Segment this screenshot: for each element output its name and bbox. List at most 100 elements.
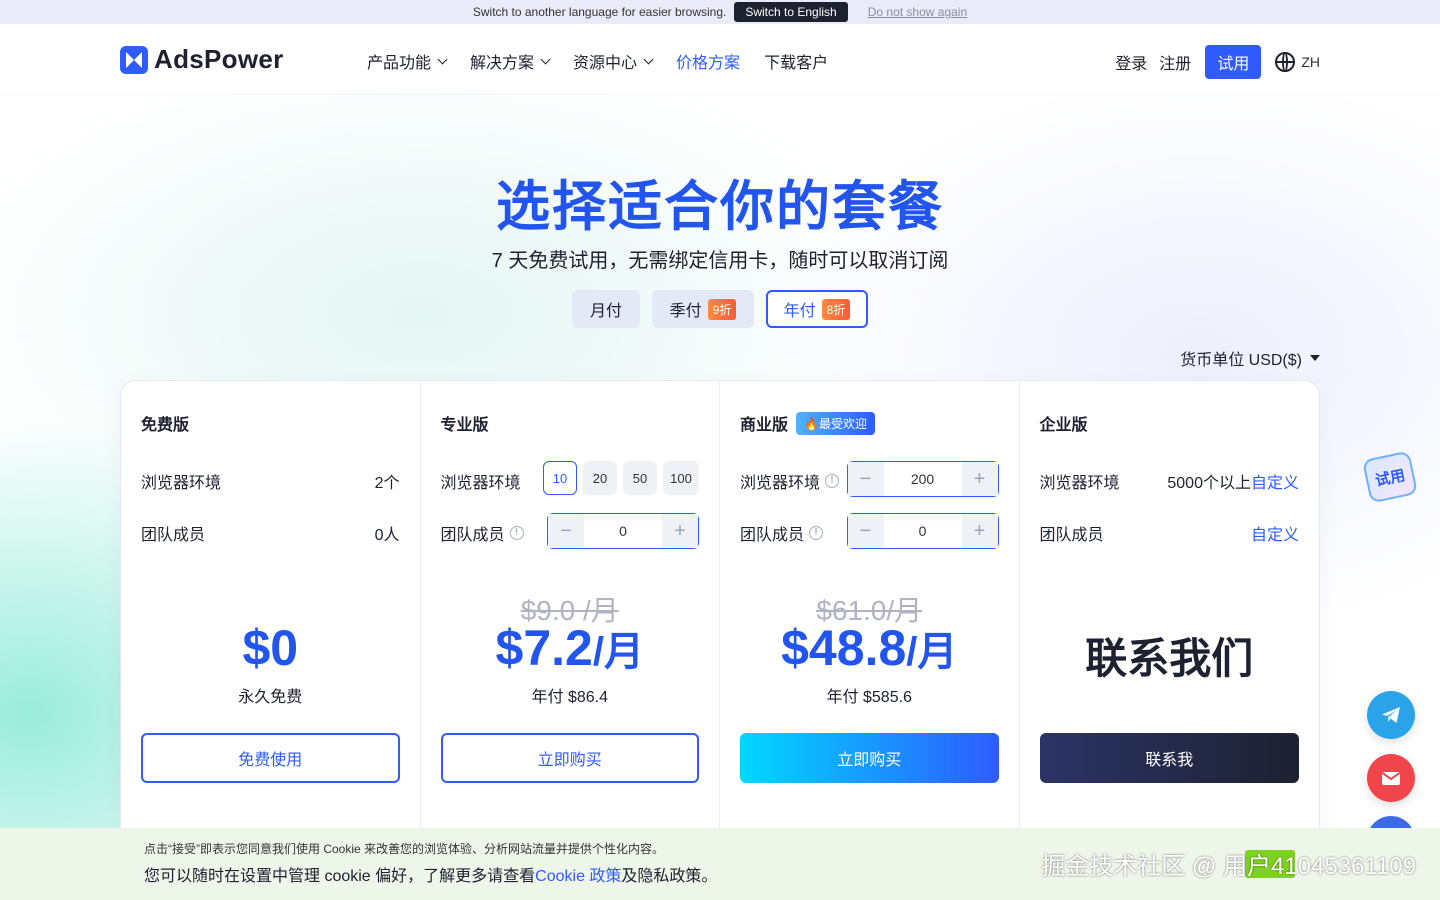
chevron-down-icon [540,54,551,64]
nav-item-products[interactable]: 产品功能 [367,49,448,73]
profiles-input[interactable]: 200 [884,471,962,487]
site-header: AdsPower 产品功能 解决方案 资源中心 价格方案 下载客户 登录 注册 … [0,24,1440,94]
currency-label: 货币单位 USD($) [1180,352,1302,369]
info-icon[interactable]: ! [809,526,824,540]
logo-icon [120,45,148,74]
members-stepper: − 0 + [547,513,699,549]
contact-button[interactable]: 联系我 [1039,733,1299,783]
increment-button[interactable]: + [662,514,698,548]
login-link[interactable]: 登录 [1115,50,1147,74]
members-input[interactable]: 0 [584,523,662,539]
cookie-policy-link[interactable]: Cookie 政策 [535,868,621,885]
billing-quarterly-button[interactable]: 季付 9折 [652,290,754,328]
profiles-option-10[interactable]: 10 [543,461,577,495]
dismiss-language-link[interactable]: Do not show again [868,5,967,19]
price-amount: $7.2 [495,620,593,676]
increment-button[interactable]: + [961,514,998,548]
members-value: 0人 [374,527,400,544]
switch-language-button[interactable]: Switch to English [734,2,848,22]
profiles-label-text: 浏览器环境 [740,475,821,492]
price-unit: /月 [592,630,644,674]
buy-business-button[interactable]: 立即购买 [740,733,999,783]
nav-item-download[interactable]: 下载客户 [764,49,828,73]
decrement-button[interactable]: − [847,514,884,548]
billing-monthly-button[interactable]: 月付 [572,290,640,328]
profiles-value: 5000个以上自定义 [1167,469,1299,493]
price-note: 永久免费 [238,689,303,706]
increment-button[interactable]: + [961,462,998,496]
members-label-text: 团队成员 [740,527,805,544]
nav-item-solutions[interactable]: 解决方案 [470,49,551,73]
nav-item-pricing[interactable]: 价格方案 [676,49,740,73]
buy-pro-button[interactable]: 立即购买 [440,733,699,783]
plan-price: $7.2/月 [421,619,720,677]
info-icon[interactable]: ! [509,526,524,540]
billing-label: 季付 [669,303,702,320]
main-nav: 产品功能 解决方案 资源中心 价格方案 下载客户 [367,49,852,73]
register-link[interactable]: 注册 [1159,50,1191,74]
logo[interactable]: AdsPower [120,44,284,75]
profiles-label: 浏览器环境 ! [740,469,840,493]
telegram-button[interactable] [1367,691,1415,739]
plan-name-text: 商业版 [740,417,789,434]
price-note: 年付 $86.4 [531,689,609,706]
decrement-button[interactable]: − [548,514,584,548]
billing-yearly-button[interactable]: 年付 8折 [766,290,868,328]
watermark: 掘金技术社区 @ 用户41045361109 [1041,853,1416,880]
decrement-button[interactable]: − [847,462,884,496]
discount-badge: 9折 [707,298,737,320]
billing-label: 年付 [783,303,816,320]
free-use-button[interactable]: 免费使用 [141,733,400,783]
cookie-text: 您可以随时在设置中管理 cookie 偏好，了解更多请查看 [144,868,536,885]
trial-button[interactable]: 试用 [1205,45,1262,79]
nav-label: 下载客户 [764,55,829,72]
language-bar-message: Switch to another language for easier br… [472,5,727,19]
plan-card-pro: 专业版 浏览器环境 10 20 50 100 团队成员 ! − 0 + $9.0… [421,381,720,849]
profiles-option-20[interactable]: 20 [583,461,617,495]
info-icon[interactable]: ! [825,474,840,488]
profiles-value-text: 5000个以上 [1167,475,1251,492]
nav-label: 资源中心 [573,55,638,72]
members-label: 团队成员 [1039,527,1104,544]
profiles-label: 浏览器环境 [1039,475,1120,492]
nav-item-resources[interactable]: 资源中心 [573,49,654,73]
globe-icon[interactable] [1275,52,1296,72]
plan-price: $48.8/月 [720,619,1019,677]
plan-price: 联系我们 [1085,635,1254,682]
currency-selector[interactable]: 货币单位 USD($) [1180,346,1320,370]
custom-members-link[interactable]: 自定义 [1251,527,1299,544]
price-amount: $48.8 [781,620,907,676]
chevron-down-icon [437,54,448,64]
profiles-option-group: 10 20 50 100 [537,461,699,495]
popular-badge: 🔥最受欢迎 [796,411,875,435]
cookie-text-line2: 您可以随时在设置中管理 cookie 偏好，了解更多请查看Cookie 政策及隐… [144,862,717,886]
custom-profiles-link[interactable]: 自定义 [1251,475,1299,492]
members-input[interactable]: 0 [884,523,962,539]
language-bar: Switch to another language for easier br… [0,0,1440,24]
language-selector[interactable]: ZH [1301,54,1320,70]
email-button[interactable] [1367,754,1415,802]
profiles-option-100[interactable]: 100 [663,461,699,495]
pricing-plans: 免费版 浏览器环境 2个 团队成员 0人 $0 永久免费 免费使用 专业版 浏览… [120,380,1320,850]
caret-down-icon [1310,355,1320,361]
members-stepper: − 0 + [846,513,999,549]
cookie-banner: 点击“接受”即表示您同意我们使用 Cookie 来改善您的浏览体验、分析网站流量… [0,828,1440,900]
header-actions: 登录 注册 试用 ZH [1103,45,1320,79]
billing-label: 月付 [589,303,622,320]
page-subtitle: 7 天免费试用，无需绑定信用卡，随时可以取消订阅 [491,250,949,272]
billing-period-toggle: 月付 季付 9折 年付 8折 [572,290,880,328]
logo-text: AdsPower [154,44,284,74]
profiles-stepper: − 200 + [846,461,999,497]
profiles-label: 浏览器环境 [440,475,521,492]
cookie-text: 及隐私政策。 [621,868,718,885]
members-value: 自定义 [1251,521,1299,545]
price-unit: /月 [906,630,958,674]
profiles-option-50[interactable]: 50 [623,461,657,495]
plan-card-business: 商业版 🔥最受欢迎 浏览器环境 ! − 200 + 团队成员 ! − 0 + $… [720,381,1020,849]
profiles-label: 浏览器环境 [141,475,222,492]
nav-label: 解决方案 [470,55,535,72]
page-title: 选择适合你的套餐 [496,177,944,237]
profiles-value: 2个 [374,475,400,492]
members-label: 团队成员 [141,527,206,544]
members-label: 团队成员 ! [740,521,824,545]
